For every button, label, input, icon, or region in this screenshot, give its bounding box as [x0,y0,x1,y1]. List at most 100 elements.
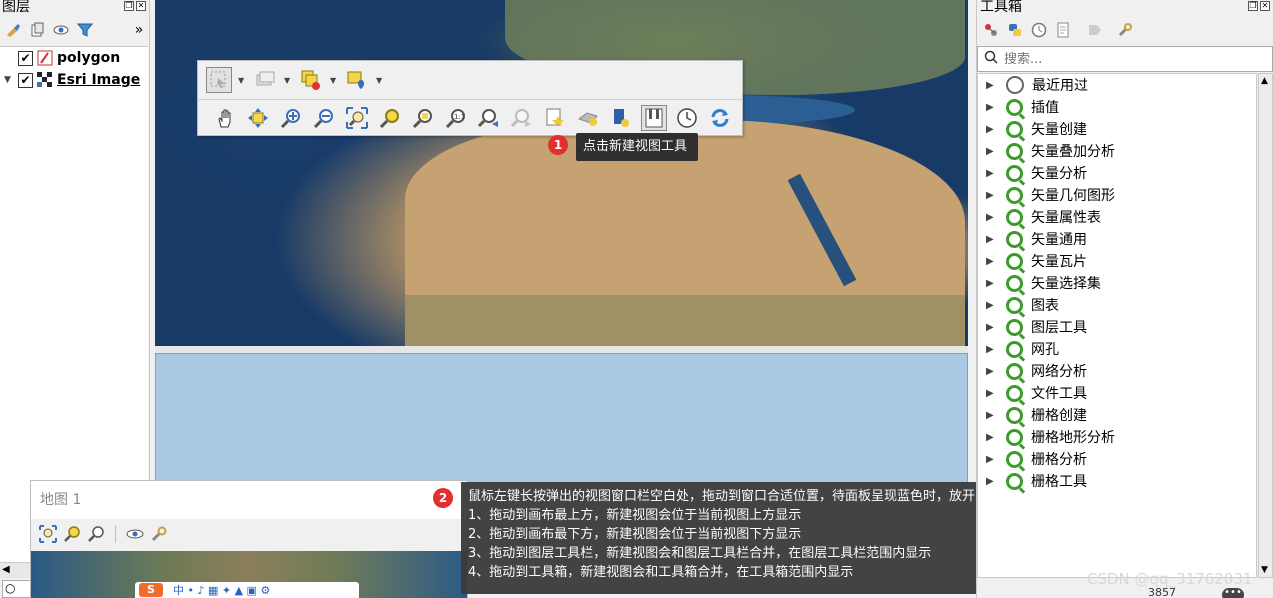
more-tools-icon[interactable]: » [130,21,148,39]
expand-arrow-icon[interactable]: ▶ [986,388,1006,399]
models-icon[interactable] [982,21,1000,39]
layer-visibility-checkbox[interactable]: ✔ [18,72,33,88]
chevron-down-icon[interactable]: ▼ [284,76,292,85]
zoom-to-layer-icon[interactable] [87,525,105,543]
python-icon[interactable] [1006,21,1024,39]
zoom-to-selection-icon[interactable] [63,525,81,543]
options-wrench-icon[interactable] [1116,21,1134,39]
expand-arrow-icon[interactable]: ▶ [986,124,1006,135]
close-panel-icon[interactable]: ✕ [1260,1,1270,11]
toolbox-item[interactable]: ▶ 栅格工具 [978,470,1256,492]
toolbox-search-box[interactable] [977,46,1273,72]
toolbox-vertical-scrollbar[interactable]: ▲ ▼ [1258,73,1273,578]
messages-icon[interactable]: ••• [1222,588,1244,598]
toolbox-item[interactable]: ▶ 矢量叠加分析 [978,140,1256,162]
toolbox-item[interactable]: ▶ 矢量瓦片 [978,250,1256,272]
expand-arrow-icon[interactable]: ▶ [986,146,1006,157]
add-group-icon[interactable] [28,21,46,39]
float-panel-icon[interactable]: ❐ [124,1,134,11]
layer-visibility-checkbox[interactable]: ✔ [18,50,33,66]
wrench-icon[interactable] [150,525,168,543]
attribute-table-icon[interactable] [252,67,278,93]
expand-arrow-icon[interactable]: ▶ [986,256,1006,267]
zoom-out-icon[interactable] [311,105,337,131]
chevron-down-icon[interactable]: ▼ [238,76,246,85]
zoom-to-layer-icon[interactable] [410,105,436,131]
expand-arrow-icon[interactable]: ▶ [986,190,1006,201]
map-view-window[interactable]: 地图 1 [30,480,468,598]
toolbox-item[interactable]: ▶ 矢量选择集 [978,272,1256,294]
expand-arrow-icon[interactable]: ▶ [986,278,1006,289]
expand-arrow-icon[interactable]: ▶ [986,410,1006,421]
toolbox-item[interactable]: ▶ 矢量属性表 [978,206,1256,228]
toolbox-item[interactable]: ▶ 图表 [978,294,1256,316]
toolbox-item[interactable]: ▶ 矢量创建 [978,118,1256,140]
toolbox-item[interactable]: ▶ 矢量通用 [978,228,1256,250]
toolbox-item[interactable]: ▶ 插值 [978,96,1256,118]
toolbox-item-recent[interactable]: ▶ 最近用过 [978,74,1256,96]
manage-visibility-icon[interactable] [52,21,70,39]
toolbox-item[interactable]: ▶ 矢量分析 [978,162,1256,184]
map-canvas[interactable] [155,0,968,346]
scroll-down-icon[interactable]: ▼ [1261,565,1268,575]
chevron-down-icon[interactable]: ▼ [376,76,384,85]
expand-arrow-icon[interactable]: ▶ [986,168,1006,179]
clock-icon[interactable] [674,105,700,131]
zoom-next-icon[interactable] [509,105,535,131]
refresh-icon[interactable] [707,105,733,131]
expand-arrow-icon[interactable]: ▶ [986,454,1006,465]
show-bookmarks-icon[interactable] [575,105,601,131]
identify-label-icon[interactable] [344,67,370,93]
expand-arrow-icon[interactable]: ▶ [986,212,1006,223]
expand-arrow-icon[interactable]: ▶ [986,80,1006,91]
expand-arrow-icon[interactable]: ▶ [986,102,1006,113]
toolbox-item[interactable]: ▶ 矢量几何图形 [978,184,1256,206]
toolbox-item[interactable]: ▶ 图层工具 [978,316,1256,338]
zoom-to-selection-icon[interactable] [377,105,403,131]
toolbox-item[interactable]: ▶ 栅格地形分析 [978,426,1256,448]
input-method-bar[interactable]: S 中 • ♪ ▦ ✦ ▲ ▣ ⚙ [135,582,359,598]
new-bookmark-icon[interactable] [542,105,568,131]
scroll-left-icon[interactable]: ◀ [2,564,10,575]
layer-item-esri-image[interactable]: ▼ ✔ Esri Image [0,69,148,91]
zoom-native-icon[interactable]: 1:1 [443,105,469,131]
map-view-title[interactable]: 地图 1 [31,481,467,519]
toolbox-item[interactable]: ▶ 网络分析 [978,360,1256,382]
expand-arrow-icon[interactable]: ▶ [986,344,1006,355]
crs-status[interactable]: 3857 [1148,586,1176,598]
view-settings-icon[interactable] [126,525,144,543]
expand-arrow-icon[interactable]: ▶ [986,234,1006,245]
toolbox-item[interactable]: ▶ 栅格分析 [978,448,1256,470]
toolbox-item[interactable]: ▶ 网孔 [978,338,1256,360]
zoom-in-icon[interactable] [278,105,304,131]
history-icon[interactable] [1030,21,1048,39]
expand-arrow-icon[interactable]: ▶ [986,300,1006,311]
canvas-splitter[interactable] [155,346,968,353]
pan-to-selection-icon[interactable] [245,105,271,131]
toolbox-search-input[interactable] [1004,51,1254,67]
toolbox-item[interactable]: ▶ 栅格创建 [978,404,1256,426]
layer-item-polygon[interactable]: ✔ polygon [0,47,148,69]
expand-arrow-icon[interactable]: ▶ [986,322,1006,333]
temporal-controller-icon[interactable] [608,105,634,131]
results-icon[interactable] [1054,21,1072,39]
close-panel-icon[interactable]: ✕ [136,1,146,11]
filter-legend-icon[interactable] [76,21,94,39]
pan-map-icon[interactable] [212,105,238,131]
layer-styling-icon[interactable] [4,21,22,39]
deselect-icon[interactable] [298,67,324,93]
zoom-full-icon[interactable] [39,525,57,543]
float-panel-icon[interactable]: ❐ [1248,1,1258,11]
edit-features-icon[interactable] [1086,21,1104,39]
sogou-input-icon[interactable]: S [139,583,163,597]
zoom-full-icon[interactable] [344,105,370,131]
expand-arrow-icon[interactable]: ▶ [986,366,1006,377]
zoom-last-icon[interactable] [476,105,502,131]
expand-arrow-icon[interactable]: ▶ [986,476,1006,487]
select-features-icon[interactable] [206,67,232,93]
toolbox-item[interactable]: ▶ 文件工具 [978,382,1256,404]
expand-arrow-icon[interactable]: ▶ [986,432,1006,443]
expand-arrow-icon[interactable]: ▼ [4,75,18,85]
new-map-view-icon[interactable] [641,104,667,131]
scroll-up-icon[interactable]: ▲ [1261,76,1268,86]
